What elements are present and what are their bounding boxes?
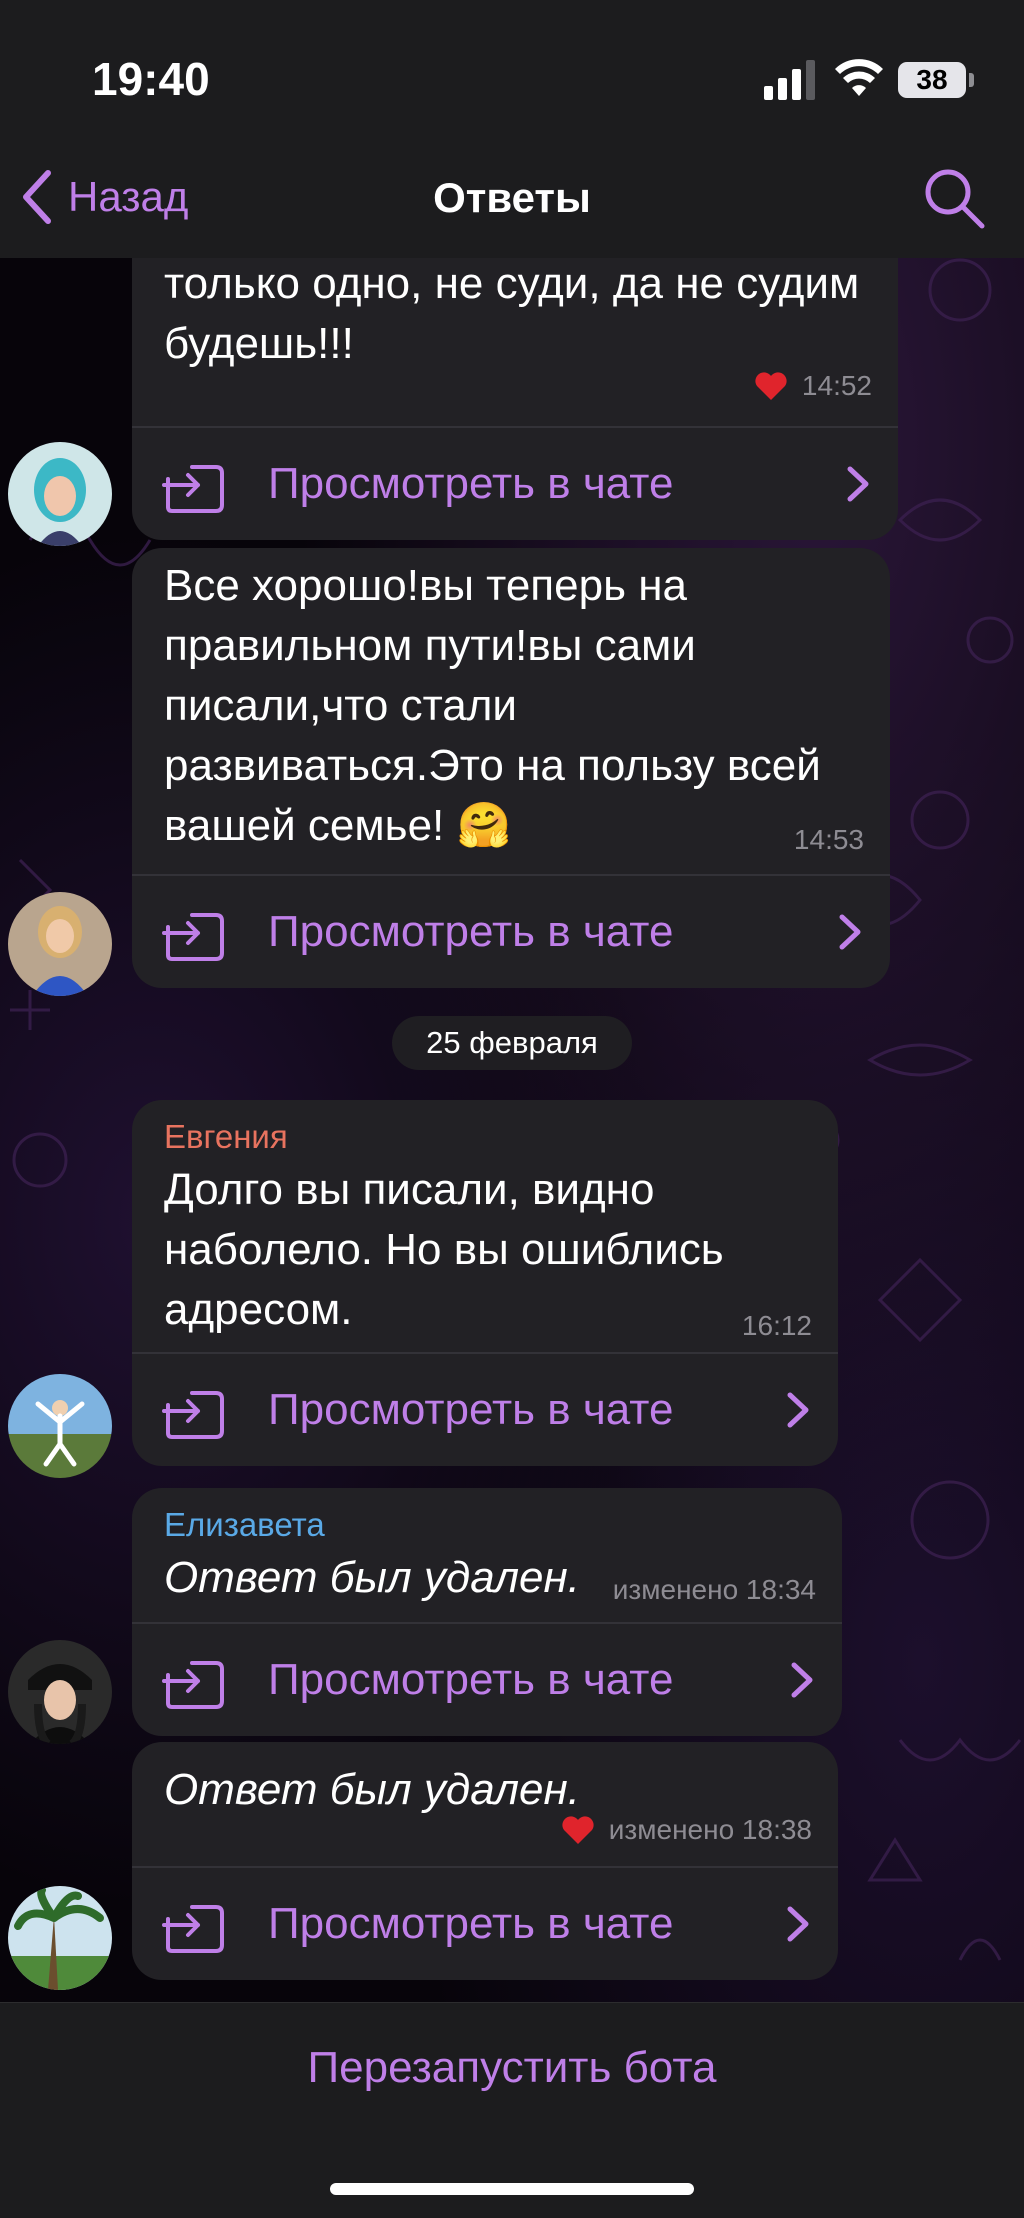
reply-message: Елизавета Ответ был удален. изменено 18:…	[132, 1488, 842, 1736]
avatar-image	[8, 1374, 112, 1478]
message-text: Долго вы писали, видно наболело. Но вы о…	[164, 1165, 724, 1334]
avatar-image	[8, 1640, 112, 1744]
sender-name: Евгения	[164, 1118, 288, 1155]
forward-to-chat-icon	[162, 1391, 224, 1439]
view-in-chat-label: Просмотреть в чате	[268, 1385, 674, 1434]
message-meta: 16:12	[742, 1310, 812, 1342]
message-list[interactable]: душой. А Марии можно сказать только одно…	[0, 0, 1024, 2217]
nav-bar: Назад Ответы	[0, 150, 1024, 258]
reply-message: Все хорошо!вы теперь на правильном пути!…	[132, 548, 890, 988]
home-indicator[interactable]	[330, 2183, 694, 2195]
search-icon[interactable]	[922, 166, 986, 230]
chevron-right-icon	[787, 1392, 809, 1428]
forward-to-chat-icon	[162, 1661, 224, 1709]
view-in-chat-button[interactable]: Просмотреть в чате	[132, 874, 890, 988]
message-meta: изменено 18:34	[613, 1574, 816, 1606]
message-meta: 14:53	[794, 824, 864, 856]
status-bar: 19:40 38	[0, 0, 1024, 150]
bottom-bar: Перезапустить бота	[0, 2002, 1024, 2218]
forward-to-chat-icon	[162, 1905, 224, 1953]
view-in-chat-button[interactable]: Просмотреть в чате	[132, 1622, 842, 1736]
heart-icon	[562, 1816, 594, 1844]
message-time: 16:12	[741, 1310, 812, 1341]
message-time: изменено 18:34	[612, 1574, 816, 1605]
sender-name: Елизавета	[164, 1506, 325, 1543]
avatar[interactable]	[8, 1374, 112, 1478]
restart-bot-button[interactable]: Перезапустить бота	[0, 2043, 1024, 2093]
chevron-right-icon	[791, 1662, 813, 1698]
forward-to-chat-icon	[162, 913, 224, 961]
reply-message: Евгения Долго вы писали, видно наболело.…	[132, 1100, 838, 1466]
reply-message: Ответ был удален. изменено 18:38 Просмот…	[132, 1742, 838, 1980]
message-meta: 14:52	[754, 370, 872, 402]
message-time: изменено 18:38	[608, 1814, 812, 1845]
view-in-chat-button[interactable]: Просмотреть в чате	[132, 1352, 838, 1466]
message-text: Ответ был удален.	[164, 1765, 580, 1814]
chevron-right-icon	[839, 914, 861, 950]
chevron-right-icon	[787, 1906, 809, 1942]
avatar[interactable]	[8, 1640, 112, 1744]
avatar-image	[8, 442, 112, 546]
avatar[interactable]	[8, 892, 112, 996]
view-in-chat-label: Просмотреть в чате	[268, 907, 674, 956]
message-time: 14:52	[801, 370, 872, 401]
forward-to-chat-icon	[162, 465, 224, 513]
message-meta: изменено 18:38	[561, 1814, 812, 1846]
date-separator: 25 февраля	[392, 1016, 632, 1070]
view-in-chat-button[interactable]: Просмотреть в чате	[132, 1866, 838, 1980]
heart-icon	[755, 372, 787, 400]
message-text: Все хорошо!вы теперь на правильном пути!…	[164, 561, 821, 850]
message-time: 14:53	[793, 824, 864, 855]
signal-icon	[764, 60, 815, 100]
view-in-chat-label: Просмотреть в чате	[268, 1655, 674, 1704]
battery-icon: 38	[898, 62, 974, 98]
avatar-image	[8, 1886, 112, 1990]
view-in-chat-label: Просмотреть в чате	[268, 459, 674, 508]
status-time: 19:40	[92, 53, 210, 105]
avatar[interactable]	[8, 1886, 112, 1990]
chevron-right-icon	[847, 466, 869, 502]
page-title: Ответы	[433, 174, 591, 221]
avatar-image	[8, 892, 112, 996]
wifi-icon	[835, 59, 883, 96]
view-in-chat-label: Просмотреть в чате	[268, 1899, 674, 1948]
view-in-chat-button[interactable]: Просмотреть в чате	[132, 426, 898, 540]
avatar[interactable]	[8, 442, 112, 546]
